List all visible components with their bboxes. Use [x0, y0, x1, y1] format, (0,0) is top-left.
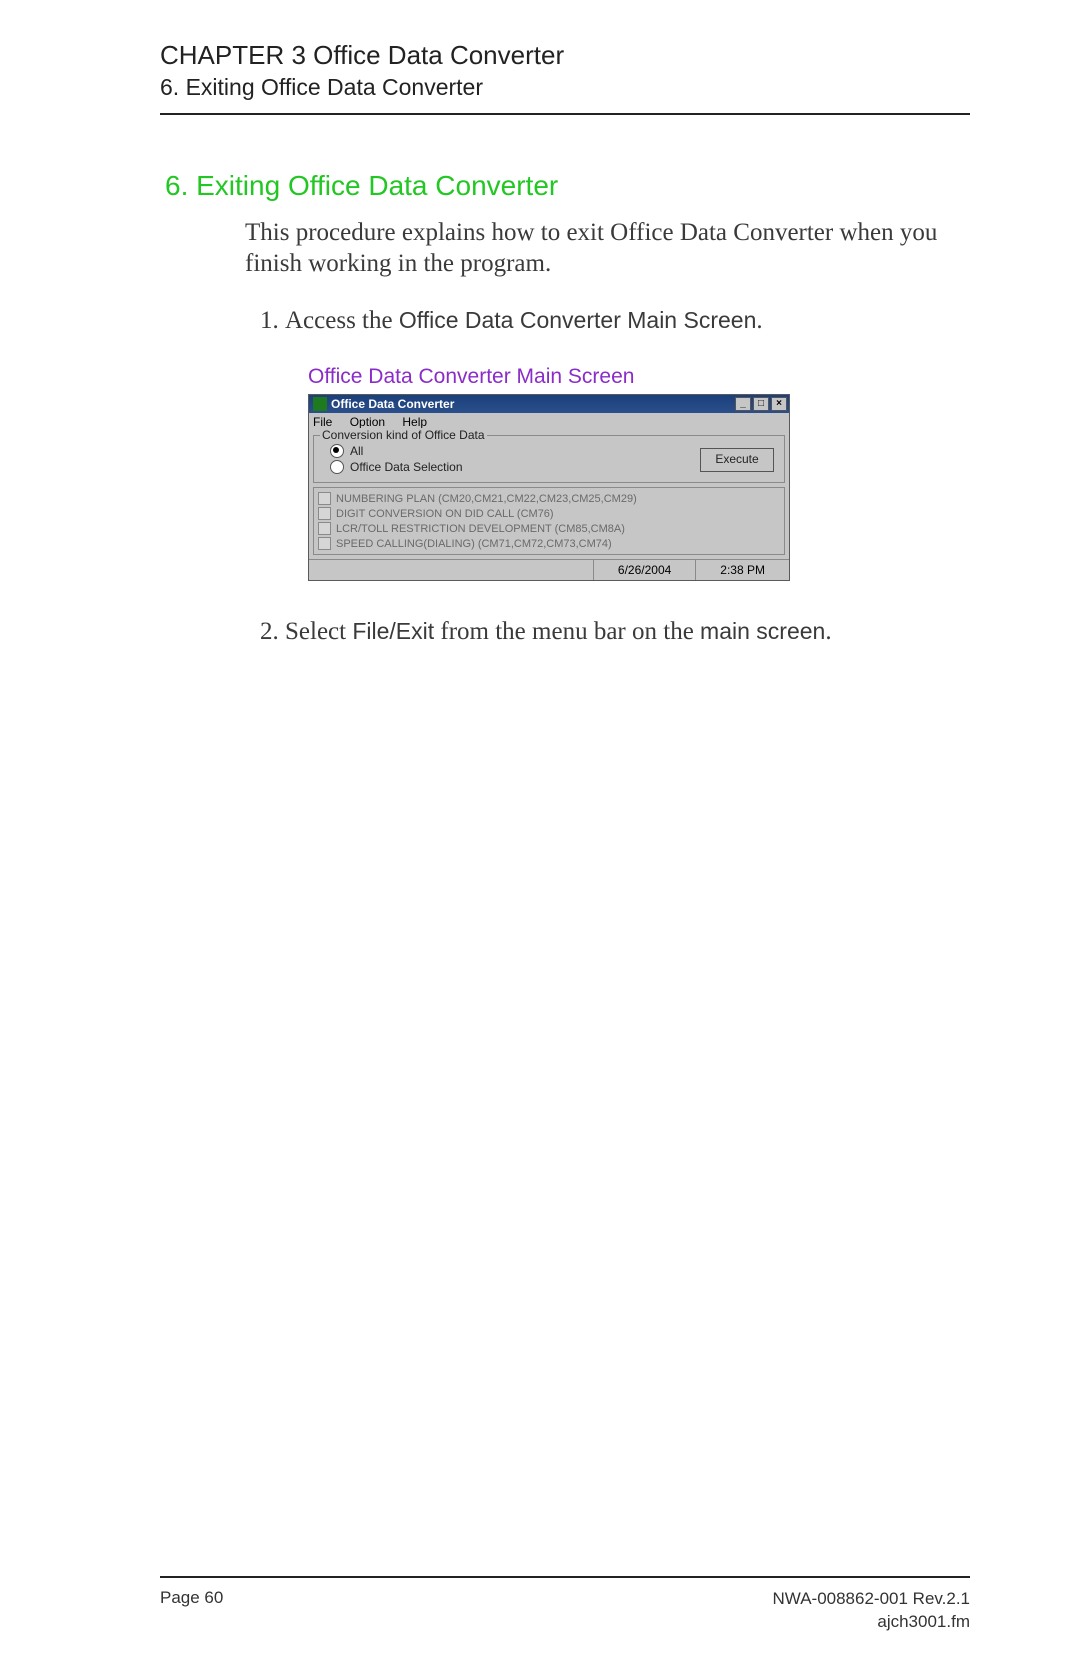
footer-page: Page 60 [160, 1588, 223, 1608]
status-time: 2:38 PM [695, 560, 789, 580]
page-footer: Page 60 NWA-008862-001 Rev.2.1 ajch3001.… [160, 1576, 970, 1634]
list-item-label: SPEED CALLING(DIALING) (CM71,CM72,CM73,C… [336, 538, 612, 550]
close-icon[interactable]: × [771, 397, 787, 411]
footer-docid: NWA-008862-001 Rev.2.1 [773, 1588, 971, 1611]
footer-file: ajch3001.fm [773, 1611, 971, 1634]
menu-file[interactable]: File [313, 415, 332, 429]
step-2-mid: from the menu bar on the [434, 618, 700, 645]
window-titlebar: Office Data Converter _ □ × [309, 395, 789, 413]
execute-button[interactable]: Execute [700, 448, 774, 472]
list-item[interactable]: DIGIT CONVERSION ON DID CALL (CM76) [318, 506, 780, 521]
app-icon [313, 397, 327, 411]
list-item-label: NUMBERING PLAN (CM20,CM21,CM22,CM23,CM25… [336, 493, 637, 505]
step-2-post: . [825, 618, 831, 645]
conversion-groupbox: Conversion kind of Office Data All Offic… [313, 435, 785, 483]
list-item-label: DIGIT CONVERSION ON DID CALL (CM76) [336, 508, 554, 520]
step-1: Access the Office Data Converter Main Sc… [285, 305, 970, 338]
status-bar: 6/26/2004 2:38 PM [309, 559, 789, 580]
step-2-bold-2: main screen [700, 618, 825, 644]
step-2-bold-1: File/Exit [352, 618, 434, 644]
group-legend: Conversion kind of Office Data [320, 428, 487, 442]
section-heading: 6. Exiting Office Data Converter [165, 170, 970, 202]
status-date: 6/26/2004 [593, 560, 695, 580]
minimize-icon[interactable]: _ [735, 397, 751, 411]
checkbox-icon[interactable] [318, 522, 331, 535]
list-item[interactable]: NUMBERING PLAN (CM20,CM21,CM22,CM23,CM25… [318, 491, 780, 506]
list-item-label: LCR/TOLL RESTRICTION DEVELOPMENT (CM85,C… [336, 523, 625, 535]
list-item[interactable]: SPEED CALLING(DIALING) (CM71,CM72,CM73,C… [318, 536, 780, 551]
header-subtitle: 6. Exiting Office Data Converter [160, 74, 970, 101]
step-1-bold: Office Data Converter Main Screen [399, 307, 757, 333]
radio-all[interactable] [330, 444, 344, 458]
figure-caption: Office Data Converter Main Screen [308, 365, 970, 389]
menu-option[interactable]: Option [350, 415, 385, 429]
radio-all-row[interactable]: All [320, 444, 700, 458]
maximize-icon[interactable]: □ [753, 397, 769, 411]
step-2: Select File/Exit from the menu bar on th… [285, 616, 970, 649]
intro-paragraph: This procedure explains how to exit Offi… [245, 217, 970, 280]
step-1-pre: Access the [285, 307, 399, 334]
step-2-pre: Select [285, 618, 352, 645]
checkbox-icon[interactable] [318, 537, 331, 550]
step-1-post: . [756, 307, 762, 334]
checkbox-icon[interactable] [318, 492, 331, 505]
radio-selection[interactable] [330, 460, 344, 474]
radio-selection-label: Office Data Selection [350, 460, 463, 474]
chapter-title: CHAPTER 3 Office Data Converter [160, 40, 970, 71]
menu-help[interactable]: Help [402, 415, 427, 429]
checkbox-icon[interactable] [318, 507, 331, 520]
radio-all-label: All [350, 444, 363, 458]
radio-selection-row[interactable]: Office Data Selection [320, 460, 700, 474]
list-item[interactable]: LCR/TOLL RESTRICTION DEVELOPMENT (CM85,C… [318, 521, 780, 536]
window-title: Office Data Converter [331, 397, 733, 411]
screenshot-window: Office Data Converter _ □ × File Option … [308, 394, 790, 581]
options-listbox: NUMBERING PLAN (CM20,CM21,CM22,CM23,CM25… [313, 487, 785, 555]
